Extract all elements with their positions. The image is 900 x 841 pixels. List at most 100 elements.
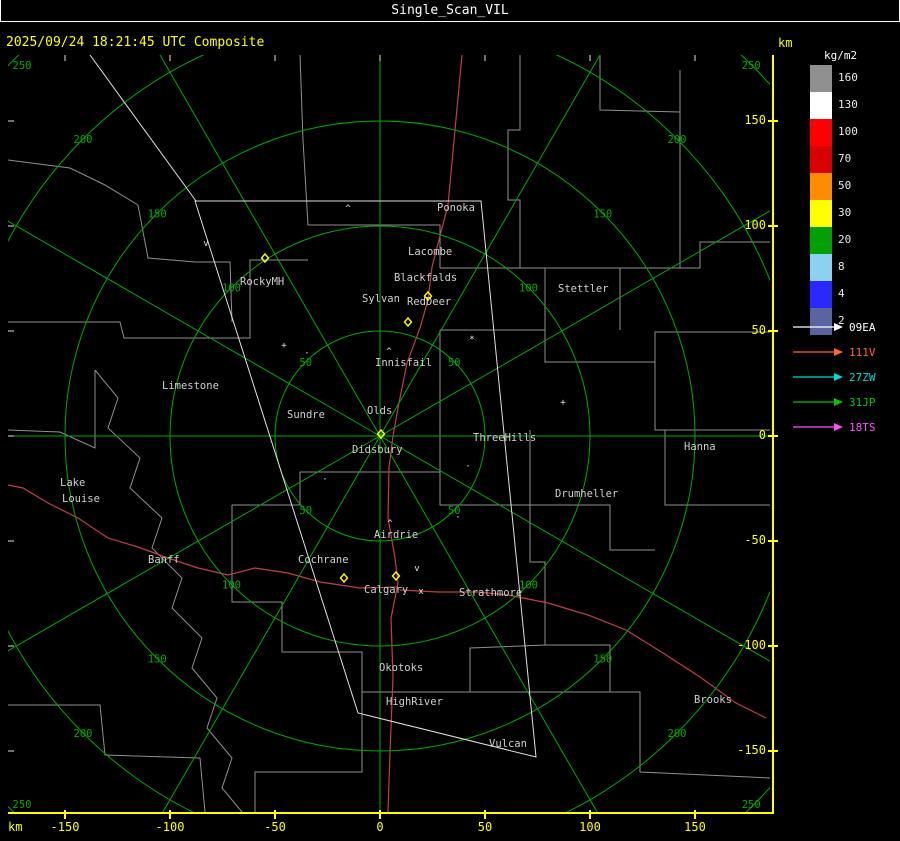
right-axis-line — [772, 55, 774, 813]
town-label: Cochrane — [298, 554, 349, 566]
storm-track-arrow-head — [834, 423, 843, 431]
colorbar-label: 30 — [838, 206, 852, 219]
colorbar-swatch — [810, 227, 832, 254]
colorbar-swatch — [810, 173, 832, 200]
right-axis-tick — [768, 120, 778, 122]
bottom-axis-tick — [64, 810, 66, 819]
colorbar-label: 100 — [838, 125, 858, 138]
storm-marker: v — [203, 239, 208, 249]
bottom-axis-tick — [694, 810, 696, 819]
range-ring-label: 250 — [13, 799, 32, 811]
bottom-axis-label: 0 — [376, 820, 384, 834]
storm-marker: ^ — [345, 204, 351, 214]
colorbar-label: 130 — [838, 98, 858, 111]
colorbar-swatch — [810, 146, 832, 173]
storm-track-item: 111V — [792, 345, 876, 359]
right-axis-label: 50 — [751, 323, 766, 337]
storm-marker: · — [304, 349, 309, 359]
town-label: Strathmore — [459, 587, 522, 599]
bottom-axis-tick — [169, 810, 171, 819]
county-boundary — [254, 692, 363, 812]
azimuth-line — [159, 55, 381, 437]
range-ring-label: 200 — [668, 728, 687, 740]
storm-track-id: 27ZW — [849, 370, 876, 384]
town-label: Okotoks — [379, 662, 423, 674]
county-boundary — [599, 55, 681, 113]
town-label: Stettler — [558, 283, 609, 295]
storm-track-arrow-head — [834, 323, 843, 331]
range-ring-label: 200 — [74, 728, 93, 740]
right-axis-label: 150 — [744, 113, 766, 127]
radar-map[interactable]: 50 50 50 50 100 100 100 100 150 150 150 150 200 200 20… — [8, 55, 770, 812]
range-ring-label: 150 — [148, 654, 167, 666]
colorbar-swatch — [810, 281, 832, 308]
storm-track-item: 31JP — [792, 395, 876, 409]
town-label: Brooks — [694, 694, 732, 706]
colorbar-swatch — [810, 92, 832, 119]
town-label: HighRiver — [386, 696, 443, 708]
storm-track-id: 111V — [849, 345, 876, 359]
right-axis-tick — [768, 330, 778, 332]
town-label: Didsbury — [352, 444, 403, 456]
right-axis-tick — [768, 750, 778, 752]
right-axis-label: -100 — [737, 638, 766, 652]
storm-marker: x — [418, 587, 424, 597]
storm-marker: + — [560, 398, 566, 408]
town-label: Sundre — [287, 409, 325, 421]
storm-marker: + — [281, 341, 287, 351]
right-axis-tick — [768, 225, 778, 227]
range-ring-label: 200 — [668, 134, 687, 146]
right-axis-tick — [768, 645, 778, 647]
town-label: Hanna — [684, 441, 716, 453]
storm-marker: · — [455, 513, 460, 523]
storm-marker: · — [322, 475, 327, 485]
bottom-axis-label: 100 — [579, 820, 601, 834]
town-label: Calgary — [364, 584, 408, 596]
storm-track-arrow-head — [834, 348, 843, 356]
storm-marker: · — [465, 462, 470, 472]
right-axis-label: -150 — [737, 743, 766, 757]
storm-track-arrow-head — [834, 398, 843, 406]
county-boundary — [545, 644, 611, 692]
town-label: Drumheller — [555, 488, 618, 500]
range-ring-label: 50 — [448, 357, 461, 369]
azimuth-line — [162, 435, 381, 812]
radar-site-marker — [339, 572, 349, 584]
town-label: Limestone — [162, 380, 219, 392]
window-title: Single_Scan_VIL — [391, 3, 509, 18]
title-bar: Single_Scan_VIL — [0, 0, 900, 22]
town-label: Banff — [148, 554, 180, 566]
storm-track-item: 09EA — [792, 320, 876, 334]
range-ring-label: 250 — [742, 799, 761, 811]
storm-marker: ^ — [387, 519, 393, 529]
town-label: Olds — [367, 405, 392, 417]
range-ring-label: 50 — [299, 505, 312, 517]
right-axis-unit: km — [778, 36, 793, 50]
radar-site-marker — [403, 316, 413, 328]
bottom-axis-tick — [484, 810, 486, 819]
storm-track-id: 09EA — [849, 320, 876, 334]
storm-marker: * — [469, 335, 474, 345]
right-axis-label: 0 — [758, 428, 766, 442]
storm-track-item: 18TS — [792, 420, 876, 434]
county-boundary — [299, 55, 441, 268]
right-axis-tick — [768, 435, 778, 437]
storm-marker: ^ — [386, 347, 392, 357]
range-ring-label: 250 — [742, 60, 761, 72]
range-ring-label: 100 — [222, 579, 241, 591]
right-axis-label: 100 — [744, 218, 766, 232]
bottom-axis-label: -150 — [50, 820, 80, 834]
range-ring-label: 200 — [74, 134, 93, 146]
colorbar-label: 4 — [838, 287, 845, 300]
storm-track-arrow — [793, 323, 843, 331]
range-ring-label: 250 — [13, 60, 32, 72]
town-label: Innisfail — [375, 357, 432, 369]
town-label: Airdrie — [374, 529, 418, 541]
colorbar-label: 160 — [838, 71, 858, 84]
range-ring-label: 150 — [593, 654, 612, 666]
range-ring-label: 100 — [519, 283, 538, 295]
storm-track-item: 27ZW — [792, 370, 876, 384]
town-label: Blackfalds — [394, 272, 457, 284]
colorbar-swatch — [810, 119, 832, 146]
colorbar-swatch — [810, 200, 832, 227]
